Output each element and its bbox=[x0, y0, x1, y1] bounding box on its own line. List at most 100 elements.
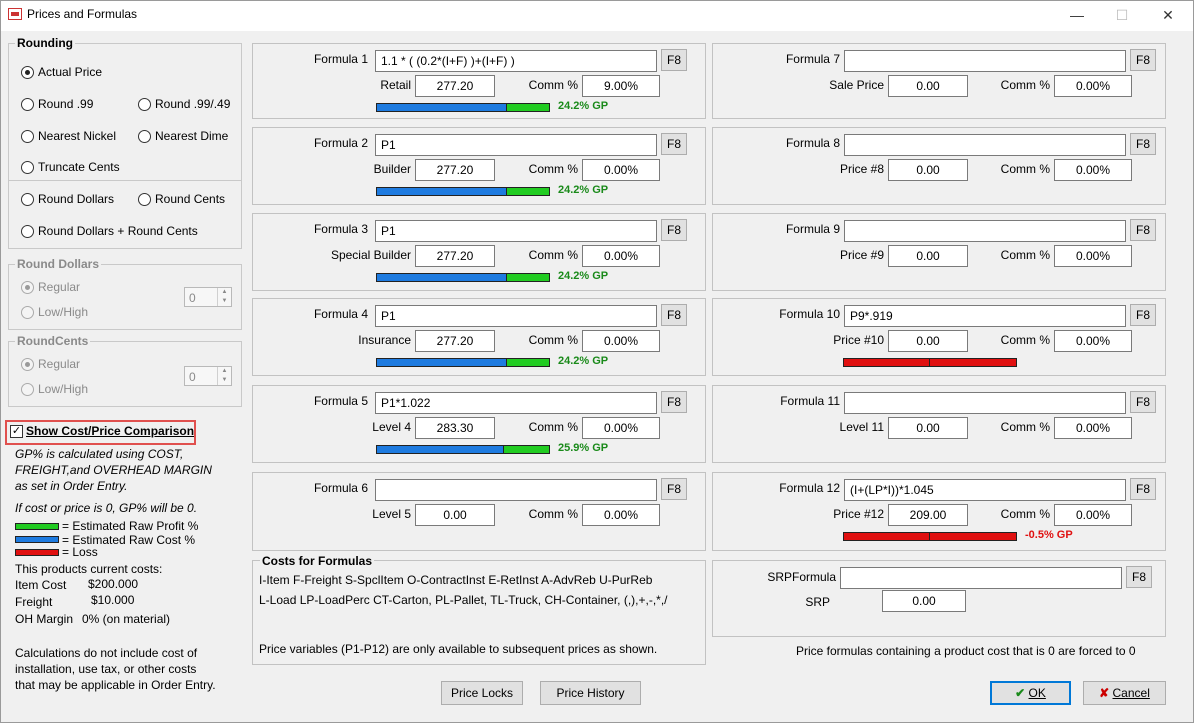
formula-2-label: Formula 2 bbox=[313, 136, 368, 150]
cost-segment bbox=[377, 104, 508, 111]
radio-indicator bbox=[21, 280, 34, 294]
price-history-button[interactable]: Price History bbox=[540, 681, 641, 705]
formula-3-price-label: Special Builder bbox=[330, 248, 411, 262]
truncate-cents-radio[interactable]: Truncate Cents bbox=[21, 160, 120, 174]
profit-segment bbox=[507, 188, 549, 195]
formula-3-price-input[interactable]: 277.20 bbox=[415, 245, 495, 267]
formula-9-comm-input[interactable]: 0.00% bbox=[1054, 245, 1132, 267]
formula-2-price-input[interactable]: 277.20 bbox=[415, 159, 495, 181]
show-comparison-checkbox[interactable]: ✓ bbox=[10, 425, 23, 438]
formula-2-comm-input[interactable]: 0.00% bbox=[582, 159, 660, 181]
close-button[interactable]: ✕ bbox=[1153, 4, 1183, 26]
formula-10-comm-input[interactable]: 0.00% bbox=[1054, 330, 1132, 352]
formula-3-f8-button[interactable]: F8 bbox=[661, 219, 687, 241]
actual-price-radio[interactable]: Actual Price bbox=[21, 65, 102, 79]
round-cents-radio[interactable]: Round Cents bbox=[138, 192, 225, 206]
srp-input[interactable]: 0.00 bbox=[882, 590, 966, 612]
current-costs-heading: This products current costs: bbox=[15, 562, 163, 576]
formula-12-price-input[interactable]: 209.00 bbox=[888, 504, 968, 526]
formula-9-f8-button[interactable]: F8 bbox=[1130, 219, 1156, 241]
show-comparison-label[interactable]: Show Cost/Price Comparison bbox=[26, 424, 194, 438]
formula-4-price-input[interactable]: 277.20 bbox=[415, 330, 495, 352]
round-dollars-cents-radio[interactable]: Round Dollars + Round Cents bbox=[21, 224, 198, 238]
formula-7-price-input[interactable]: 0.00 bbox=[888, 75, 968, 97]
cost-segment bbox=[377, 446, 505, 453]
round-dollars-radio[interactable]: Round Dollars bbox=[21, 192, 114, 206]
freight-label: Freight bbox=[15, 595, 53, 609]
formula-1-comm-input[interactable]: 9.00% bbox=[582, 75, 660, 97]
spin-down-icon: ▼ bbox=[221, 298, 228, 304]
formula-11-input[interactable] bbox=[844, 392, 1126, 414]
spinner-arrows: ▲ ▼ bbox=[217, 367, 231, 385]
srp-f8-button[interactable]: F8 bbox=[1126, 566, 1152, 588]
ok-button[interactable]: ✔ OK bbox=[990, 681, 1071, 705]
price-locks-button[interactable]: Price Locks bbox=[441, 681, 523, 705]
formula-2-input[interactable]: P1 bbox=[375, 134, 657, 156]
formula-5-price-input[interactable]: 283.30 bbox=[415, 417, 495, 439]
formula-9-price-label: Price #9 bbox=[839, 248, 884, 262]
formula-6-f8-button[interactable]: F8 bbox=[661, 478, 687, 500]
loss-segment bbox=[930, 359, 1016, 366]
formula-1-price-input[interactable]: 277.20 bbox=[415, 75, 495, 97]
round-99-radio[interactable]: Round .99 bbox=[21, 97, 93, 111]
formula-6-price-label: Level 5 bbox=[372, 507, 411, 521]
formula-1-gp-label: 24.2% GP bbox=[558, 100, 609, 112]
formula-12-price-label: Price #12 bbox=[833, 507, 884, 521]
formula-12-label: Formula 12 bbox=[779, 481, 840, 495]
formula-2-gp-bar bbox=[376, 187, 550, 196]
formula-10-input[interactable]: P9*.919 bbox=[844, 305, 1126, 327]
formula-4-comm-input[interactable]: 0.00% bbox=[582, 330, 660, 352]
formula-5-input[interactable]: P1*1.022 bbox=[375, 392, 657, 414]
formula-4-f8-button[interactable]: F8 bbox=[661, 304, 687, 326]
formula-12-f8-button[interactable]: F8 bbox=[1130, 478, 1156, 500]
formula-7-comm-input[interactable]: 0.00% bbox=[1054, 75, 1132, 97]
nearest-nickel-radio[interactable]: Nearest Nickel bbox=[21, 129, 116, 143]
formula-9-input[interactable] bbox=[844, 220, 1126, 242]
radio-label: Nearest Dime bbox=[155, 129, 229, 143]
formula-12-comm-input[interactable]: 0.00% bbox=[1054, 504, 1132, 526]
formula-8-input[interactable] bbox=[844, 134, 1126, 156]
round-cents-spinner: 0 ▲ ▼ bbox=[184, 366, 232, 386]
formula-3-comm-input[interactable]: 0.00% bbox=[582, 245, 660, 267]
minimize-button[interactable]: — bbox=[1062, 4, 1092, 26]
formula-11-f8-button[interactable]: F8 bbox=[1130, 391, 1156, 413]
legend-loss-swatch bbox=[15, 549, 59, 556]
formula-8-f8-button[interactable]: F8 bbox=[1130, 133, 1156, 155]
radio-indicator bbox=[21, 357, 34, 371]
formula-1-input[interactable]: 1.1 * ( (0.2*(I+F) )+(I+F) ) bbox=[375, 50, 657, 72]
formula-12-input[interactable]: (I+(LP*I))*1.045 bbox=[844, 479, 1126, 501]
nearest-dime-radio[interactable]: Nearest Dime bbox=[138, 129, 228, 143]
formula-8-price-input[interactable]: 0.00 bbox=[888, 159, 968, 181]
srp-formula-input[interactable] bbox=[840, 567, 1122, 589]
formula-7-input[interactable] bbox=[844, 50, 1126, 72]
formula-6-input[interactable] bbox=[375, 479, 657, 501]
radio-label: Low/High bbox=[38, 305, 89, 319]
formula-11-comm-input[interactable]: 0.00% bbox=[1054, 417, 1132, 439]
formula-10-f8-button[interactable]: F8 bbox=[1130, 304, 1156, 326]
radio-indicator bbox=[21, 382, 34, 396]
gp-note: GP% is calculated using COST, FREIGHT,an… bbox=[15, 446, 212, 494]
formula-2-f8-button[interactable]: F8 bbox=[661, 133, 687, 155]
spinner-value: 0 bbox=[189, 370, 196, 384]
formula-5-comm-input[interactable]: 0.00% bbox=[582, 417, 660, 439]
formula-5-f8-button[interactable]: F8 bbox=[661, 391, 687, 413]
formula-8-comm-input[interactable]: 0.00% bbox=[1054, 159, 1132, 181]
formula-7-f8-button[interactable]: F8 bbox=[1130, 49, 1156, 71]
formula-11-price-input[interactable]: 0.00 bbox=[888, 417, 968, 439]
cancel-button[interactable]: ✘ Cancel bbox=[1083, 681, 1166, 705]
formula-3-input[interactable]: P1 bbox=[375, 220, 657, 242]
item-cost-value: $200.000 bbox=[88, 577, 139, 591]
formula-4-input[interactable]: P1 bbox=[375, 305, 657, 327]
round-cents-lowhigh-radio: Low/High bbox=[21, 382, 88, 396]
formula-10-price-input[interactable]: 0.00 bbox=[888, 330, 968, 352]
formula-6-price-input[interactable]: 0.00 bbox=[415, 504, 495, 526]
spin-down-icon: ▼ bbox=[221, 377, 228, 383]
formula-6-comm-input[interactable]: 0.00% bbox=[582, 504, 660, 526]
round-99-49-radio[interactable]: Round .99/.49 bbox=[138, 97, 230, 111]
costs-legend-line: I-Item F-Freight S-SpclItem O-ContractIn… bbox=[259, 573, 653, 587]
legend-cost-swatch bbox=[15, 536, 59, 543]
formula-9-price-input[interactable]: 0.00 bbox=[888, 245, 968, 267]
round-dollars-spinner: 0 ▲ ▼ bbox=[184, 287, 232, 307]
loss-segment bbox=[844, 359, 930, 366]
formula-1-f8-button[interactable]: F8 bbox=[661, 49, 687, 71]
